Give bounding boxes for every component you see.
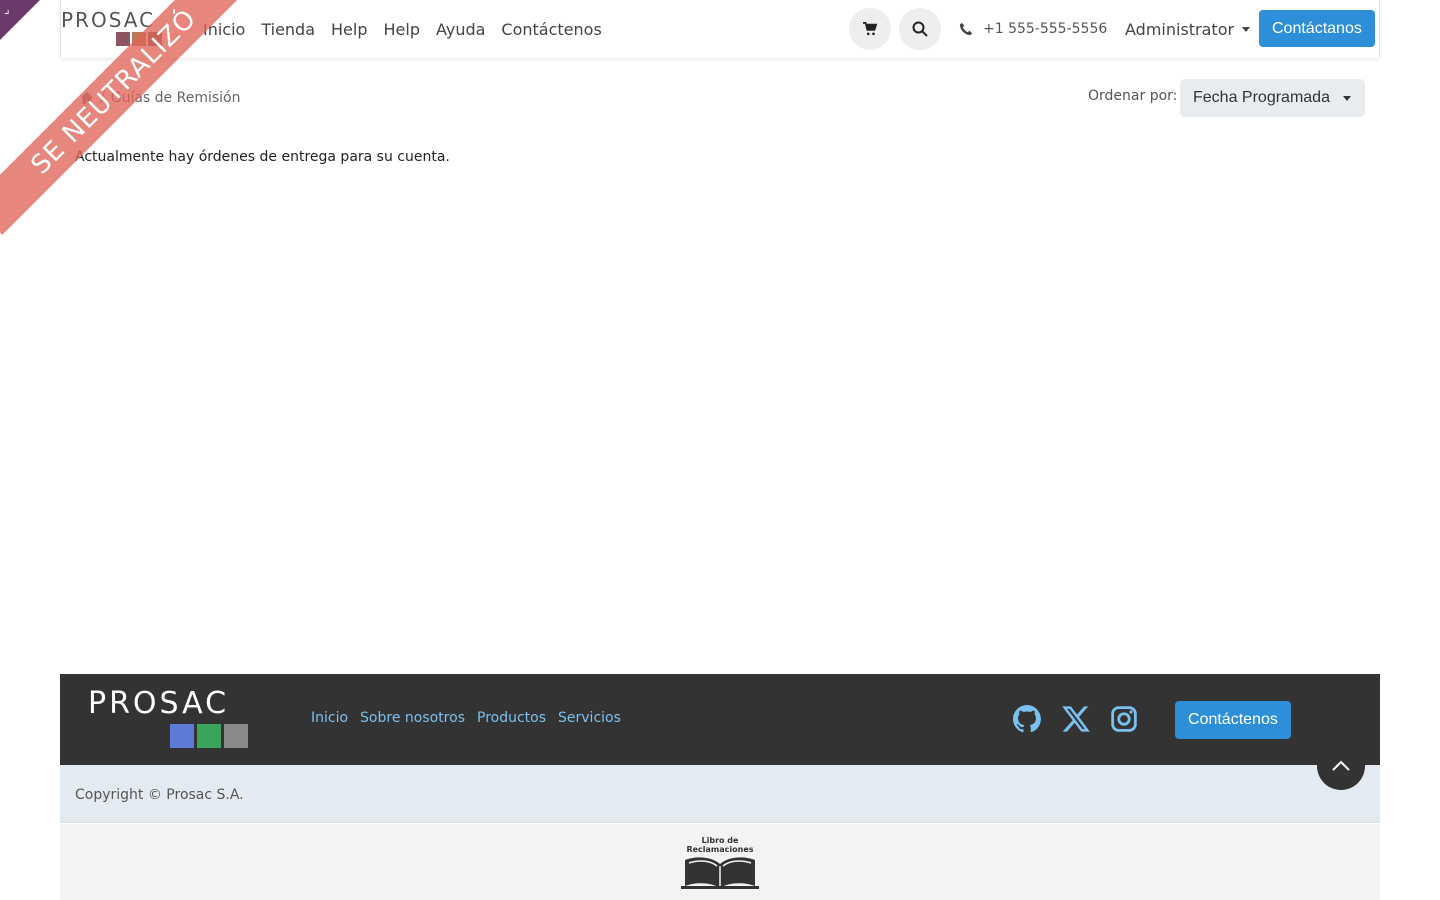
phone-contact[interactable]: +1 555-555-5556 [959, 0, 1107, 58]
nav-contactenos[interactable]: Contáctenos [501, 20, 601, 39]
x-link[interactable] [1061, 704, 1091, 734]
instagram-icon [1111, 706, 1137, 732]
breadcrumb-current: Guías de Remisión [110, 90, 241, 106]
libro-text-2: Reclamaciones [686, 845, 754, 854]
site-header: PROSAC Inicio Tienda Help Help Ayuda Con… [60, 0, 1380, 58]
github-icon [1013, 705, 1041, 733]
main-nav: Inicio Tienda Help Help Ayuda Contácteno… [203, 0, 602, 58]
libro-text-1: Libro de [701, 836, 739, 845]
libro-reclamaciones-link[interactable]: Libro de Reclamaciones [680, 836, 760, 894]
instagram-link[interactable] [1109, 704, 1139, 734]
breadcrumb-separator: / [100, 90, 105, 106]
nav-ayuda[interactable]: Ayuda [436, 20, 485, 39]
chevron-down-icon [1343, 95, 1351, 101]
user-menu[interactable]: Administrator [1125, 0, 1251, 58]
chevron-down-icon [1242, 26, 1251, 32]
search-button[interactable] [899, 8, 941, 50]
breadcrumb: / Guías de Remisión [80, 86, 240, 110]
phone-icon [959, 22, 973, 36]
nav-help-2[interactable]: Help [384, 20, 420, 39]
footer-nav: Inicio Sobre nosotros Productos Servicio… [311, 710, 621, 726]
nav-help[interactable]: Help [331, 20, 367, 39]
prosac-logo[interactable]: PROSAC [61, 6, 181, 52]
footer-link-sobre-nosotros[interactable]: Sobre nosotros [360, 710, 465, 726]
site-footer: PROSAC Inicio Sobre nosotros Productos S… [60, 674, 1380, 765]
user-name: Administrator [1125, 19, 1235, 39]
footer-logo-cubes [170, 724, 248, 748]
chevron-up-icon [1332, 760, 1350, 771]
sort-dropdown[interactable]: Fecha Programada [1180, 79, 1365, 117]
nav-inicio[interactable]: Inicio [203, 20, 245, 39]
home-icon[interactable] [80, 91, 94, 105]
bottom-bar: Libro de Reclamaciones [60, 824, 1380, 900]
sort-value: Fecha Programada [1193, 89, 1330, 106]
search-icon [912, 21, 928, 37]
book-icon [681, 857, 759, 889]
footer-link-productos[interactable]: Productos [477, 710, 546, 726]
logo-cubes [116, 32, 162, 46]
corner-arrow-icon: ⌟ [4, 2, 10, 16]
phone-number: +1 555-555-5556 [983, 21, 1108, 37]
sort-label: Ordenar por: [1088, 88, 1178, 104]
footer-contact-button[interactable]: Contáctenos [1175, 701, 1291, 739]
cart-icon [863, 22, 877, 36]
nav-tienda[interactable]: Tienda [261, 20, 315, 39]
cart-button[interactable] [849, 8, 891, 50]
x-icon [1062, 706, 1090, 732]
logo-text: PROSAC [61, 8, 156, 32]
footer-link-inicio[interactable]: Inicio [311, 710, 348, 726]
scroll-to-top-button[interactable] [1317, 742, 1365, 790]
orders-message: Actualmente hay órdenes de entrega para … [75, 149, 450, 165]
contact-button[interactable]: Contáctanos [1259, 10, 1375, 47]
copyright-text: Copyright © Prosac S.A. [75, 787, 244, 803]
footer-link-servicios[interactable]: Servicios [558, 710, 621, 726]
footer-logo-text: PROSAC [88, 686, 230, 721]
github-link[interactable] [1012, 704, 1042, 734]
copyright-bar: Copyright © Prosac S.A. [60, 765, 1380, 823]
